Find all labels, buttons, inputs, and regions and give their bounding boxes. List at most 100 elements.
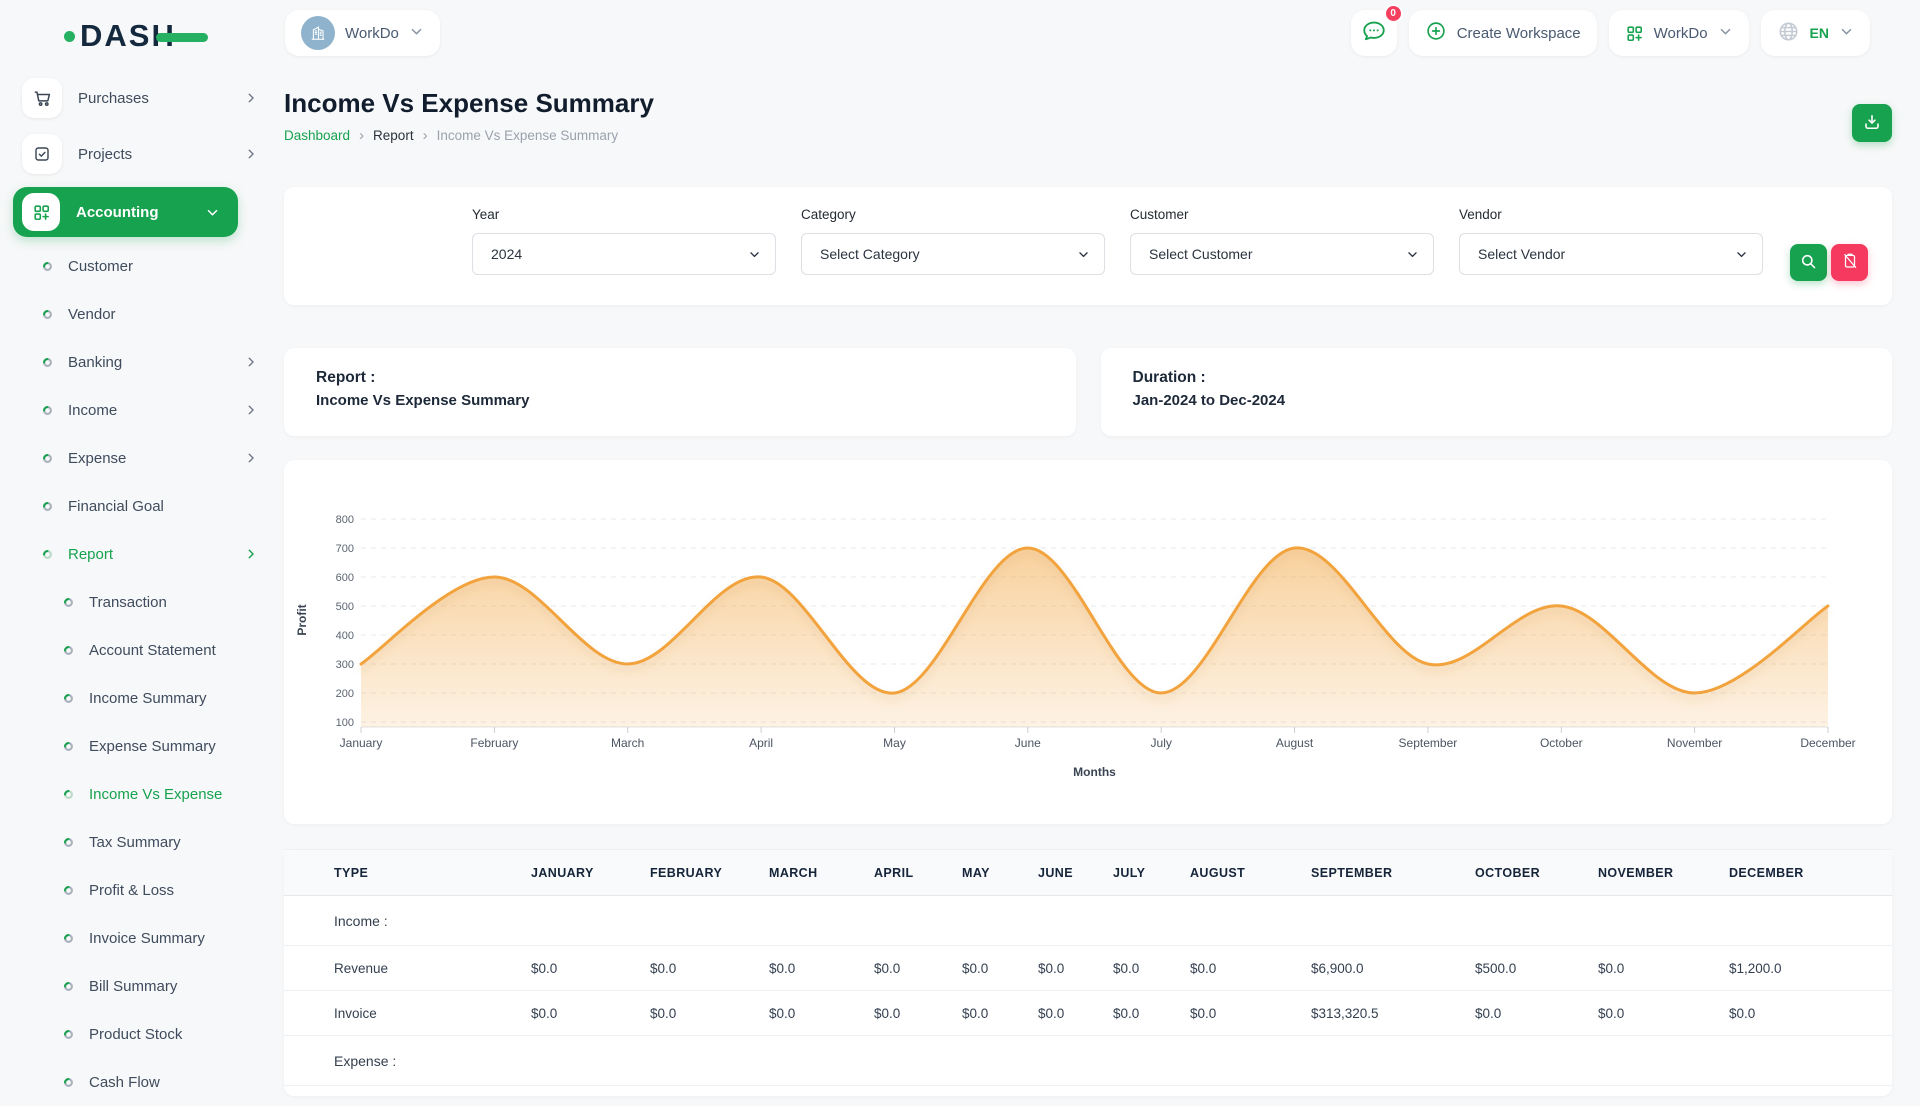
- vendor-select[interactable]: Select Vendor: [1459, 233, 1763, 275]
- sidebar-item-projects[interactable]: Projects: [0, 131, 284, 177]
- create-workspace-label: Create Workspace: [1457, 25, 1581, 42]
- year-select[interactable]: 2024: [472, 233, 776, 275]
- sidebar-item-customer[interactable]: Customer: [0, 242, 284, 290]
- bullet-icon: [63, 645, 74, 656]
- svg-text:500: 500: [336, 601, 354, 613]
- sidebar-item-transaction[interactable]: Transaction: [0, 578, 284, 626]
- sidebar-item-tax-summary[interactable]: Tax Summary: [0, 818, 284, 866]
- bullet-icon: [42, 405, 53, 416]
- cell-value: $0.0: [769, 946, 874, 991]
- filter-field-vendor: VendorSelect Vendor: [1459, 207, 1763, 275]
- chevron-down-icon: [748, 248, 761, 261]
- sidebar-item-purchases[interactable]: Purchases: [0, 75, 284, 121]
- table-header-row: TYPEJANUARYFEBRUARYMARCHAPRILMAYJUNEJULY…: [284, 850, 1892, 896]
- customer-label: Customer: [1130, 207, 1434, 222]
- cell-value: $0.0: [1113, 991, 1190, 1036]
- breadcrumb-link-dashboard[interactable]: Dashboard: [284, 128, 350, 143]
- svg-text:September: September: [1399, 736, 1458, 750]
- cell-value: $0.0: [1038, 946, 1113, 991]
- breadcrumb-link-report[interactable]: Report: [373, 128, 414, 143]
- column-header: FEBRUARY: [650, 850, 769, 896]
- page-title: Income Vs Expense Summary: [284, 88, 1892, 118]
- messages-button[interactable]: 0: [1351, 10, 1397, 56]
- download-button[interactable]: [1852, 104, 1892, 142]
- filter-card: Year2024CategorySelect CategoryCustomerS…: [284, 187, 1892, 305]
- sidebar-item-invoice-summary[interactable]: Invoice Summary: [0, 914, 284, 962]
- chevron-down-icon: [409, 24, 424, 43]
- svg-text:December: December: [1800, 736, 1855, 750]
- filter-fields: Year2024CategorySelect CategoryCustomerS…: [472, 207, 1788, 275]
- sidebar-item-income-summary[interactable]: Income Summary: [0, 674, 284, 722]
- customer-select[interactable]: Select Customer: [1130, 233, 1434, 275]
- cell-value: $0.0: [962, 991, 1038, 1036]
- cell-value: $0.0: [650, 991, 769, 1036]
- sidebar-item-income-vs-expense[interactable]: Income Vs Expense: [0, 770, 284, 818]
- cart-icon: [22, 78, 62, 118]
- column-header: NOVEMBER: [1598, 850, 1729, 896]
- svg-text:August: August: [1276, 736, 1314, 750]
- sidebar-item-income[interactable]: Income: [0, 386, 284, 434]
- cell-value: $0.0: [962, 946, 1038, 991]
- column-header: JUNE: [1038, 850, 1113, 896]
- create-workspace-button[interactable]: Create Workspace: [1409, 10, 1597, 56]
- sidebar-item-accounting[interactable]: Accounting: [13, 187, 238, 237]
- sidebar-item-cash-flow[interactable]: Cash Flow: [0, 1058, 284, 1106]
- grid-plus-icon: [1625, 24, 1644, 43]
- report-card-value: Income Vs Expense Summary: [316, 392, 1044, 409]
- svg-text:Profit: Profit: [295, 604, 309, 635]
- sidebar-item-report[interactable]: Report: [0, 530, 284, 578]
- reset-button[interactable]: [1831, 244, 1868, 281]
- cell-value: $1,200.0: [1729, 946, 1892, 991]
- sidebar-item-vendor[interactable]: Vendor: [0, 290, 284, 338]
- workspace-switcher[interactable]: WorkDo: [285, 10, 440, 56]
- workspace-menu-label: WorkDo: [1654, 25, 1708, 42]
- language-selector[interactable]: EN: [1761, 10, 1870, 56]
- workspace-name: WorkDo: [345, 25, 399, 42]
- bullet-icon: [63, 885, 74, 896]
- sidebar-item-banking[interactable]: Banking: [0, 338, 284, 386]
- report-table-card: TYPEJANUARYFEBRUARYMARCHAPRILMAYJUNEJULY…: [284, 849, 1892, 1096]
- bullet-icon: [42, 453, 53, 464]
- svg-text:January: January: [340, 736, 383, 750]
- cell-value: $0.0: [531, 991, 650, 1036]
- table-section-row: Expense :: [284, 1036, 1892, 1086]
- sidebar-item-account-statement[interactable]: Account Statement: [0, 626, 284, 674]
- search-button[interactable]: [1790, 244, 1827, 281]
- cell-value: $0.0: [531, 946, 650, 991]
- cell-value: $0.0: [769, 991, 874, 1036]
- sidebar-item-profit-loss[interactable]: Profit & Loss: [0, 866, 284, 914]
- logo-dot-icon: [64, 31, 75, 42]
- chevron-right-icon: [244, 403, 258, 417]
- svg-text:July: July: [1151, 736, 1172, 750]
- breadcrumb-separator: ›: [359, 127, 364, 144]
- sidebar-item-expense[interactable]: Expense: [0, 434, 284, 482]
- bullet-icon: [63, 933, 74, 944]
- category-select[interactable]: Select Category: [801, 233, 1105, 275]
- bullet-icon: [63, 981, 74, 992]
- search-icon: [1799, 252, 1818, 274]
- profit-area-chart: 100200300400500600700800JanuaryFebruaryM…: [284, 460, 1892, 824]
- chevron-down-icon: [1718, 24, 1733, 43]
- cell-value: $0.0: [1113, 946, 1190, 991]
- column-header: APRIL: [874, 850, 962, 896]
- chevron-down-icon: [1077, 248, 1090, 261]
- main-content: Income Vs Expense Summary Dashboard › Re…: [284, 86, 1892, 1096]
- report-table: TYPEJANUARYFEBRUARYMARCHAPRILMAYJUNEJULY…: [284, 849, 1892, 1086]
- sidebar-item-product-stock[interactable]: Product Stock: [0, 1010, 284, 1058]
- table-row: Revenue$0.0$0.0$0.0$0.0$0.0$0.0$0.0$0.0$…: [284, 946, 1892, 991]
- column-header: JANUARY: [531, 850, 650, 896]
- grid-plus-icon: [22, 193, 60, 231]
- svg-text:200: 200: [336, 688, 354, 700]
- sidebar-item-expense-summary[interactable]: Expense Summary: [0, 722, 284, 770]
- row-label: Invoice: [284, 991, 531, 1036]
- bullet-icon: [63, 1077, 74, 1088]
- sidebar-item-financial-goal[interactable]: Financial Goal: [0, 482, 284, 530]
- bullet-icon: [42, 309, 53, 320]
- svg-text:November: November: [1667, 736, 1722, 750]
- sidebar-item-bill-summary[interactable]: Bill Summary: [0, 962, 284, 1010]
- column-header: OCTOBER: [1475, 850, 1598, 896]
- cell-value: $0.0: [1475, 991, 1598, 1036]
- workspace-menu-button[interactable]: WorkDo: [1609, 10, 1749, 56]
- chart-card: 100200300400500600700800JanuaryFebruaryM…: [284, 460, 1892, 824]
- cell-value: $0.0: [1190, 946, 1311, 991]
